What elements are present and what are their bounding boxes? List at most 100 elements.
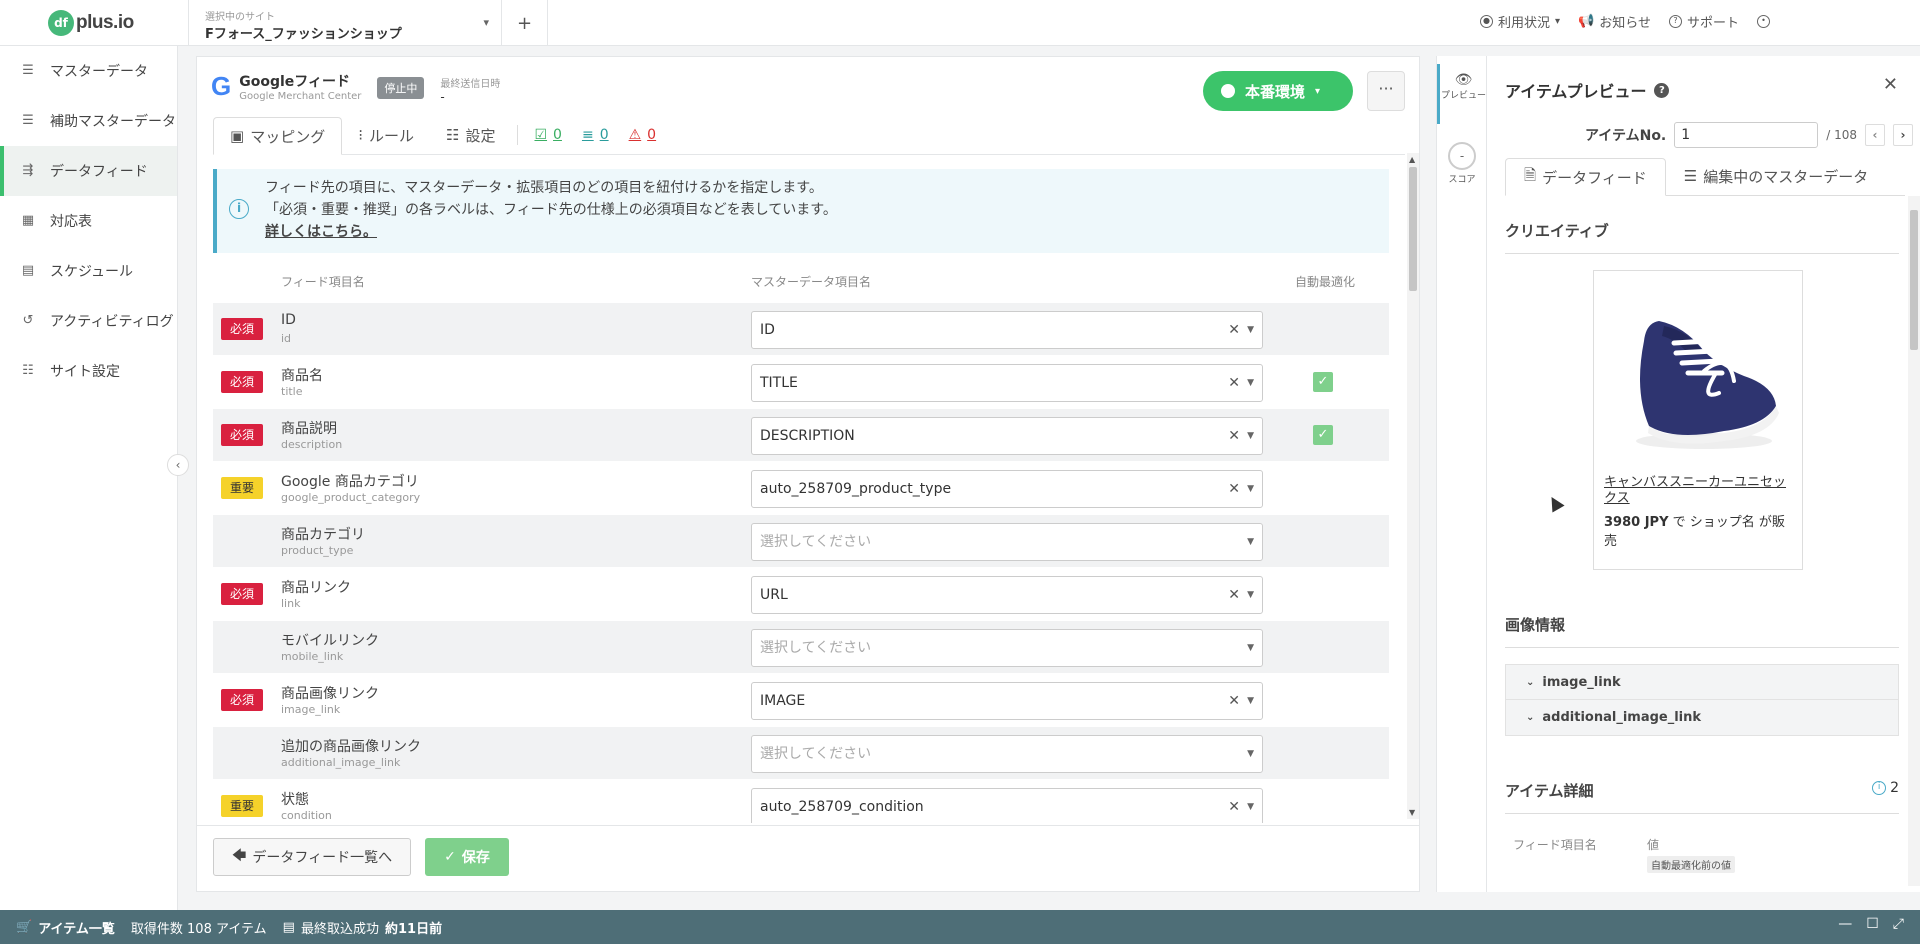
history-icon: ↺: [22, 313, 34, 328]
sidebar-item-sub-master-data[interactable]: ☰ 補助マスターデータ: [0, 96, 177, 146]
master-item-select[interactable]: ID ✕ ▼: [751, 311, 1263, 349]
sidebar-item-activity-log[interactable]: ↺ アクティビティログ: [0, 296, 177, 346]
auto-optimize-checkbox[interactable]: ✓: [1313, 425, 1333, 445]
detail-col-pre-opt: 自動最適化前の値: [1647, 856, 1735, 873]
rail-preview[interactable]: 👁 プレビュー: [1437, 64, 1487, 124]
feed-item-name: 商品画像リンク: [281, 686, 379, 702]
col-master-item: マスターデータ項目名: [751, 275, 872, 289]
sidebar-item-mapping-table[interactable]: ▦ 対応表: [0, 196, 177, 246]
select-value: 選択してください: [760, 534, 872, 550]
master-item-select[interactable]: IMAGE ✕ ▼: [751, 682, 1263, 720]
product-image: [1604, 281, 1794, 471]
product-name-link[interactable]: キャンバススニーカーユニセックス: [1604, 475, 1792, 507]
info-message: i フィード先の項目に、マスターデータ・拡張項目のどの項目を紐付けるかを指定しま…: [213, 169, 1389, 253]
select-value: 選択してください: [760, 746, 872, 762]
usage-menu[interactable]: ● 利用状況 ▾: [1480, 12, 1560, 31]
site-selector[interactable]: 選択中のサイト Fフォース_ファッションショップ ▾: [188, 0, 502, 46]
master-item-select[interactable]: 選択してください ▼: [751, 735, 1263, 773]
image-info-section-title: 画像情報: [1505, 600, 1899, 648]
item-list-button[interactable]: 🛒 アイテム一覧: [16, 918, 115, 937]
scrollbar-thumb[interactable]: [1409, 167, 1417, 291]
maximize-icon[interactable]: ☐: [1866, 916, 1879, 932]
help-icon[interactable]: ?: [1654, 82, 1670, 98]
top-bar: df plus.io 選択中のサイト Fフォース_ファッションショップ ▾ + …: [0, 0, 1920, 46]
more-button[interactable]: ···: [1367, 71, 1405, 111]
sidebar-item-data-feed[interactable]: ⇶ データフィード: [0, 146, 177, 196]
tab-rule[interactable]: ⁝ ルール: [342, 116, 430, 154]
feed-item-key: product_type: [281, 544, 354, 557]
clear-icon[interactable]: ✕: [1228, 577, 1240, 613]
preview-scrollbar-thumb[interactable]: [1910, 210, 1918, 350]
item-details-title: アイテム詳細: [1505, 782, 1594, 800]
auto-optimize-checkbox[interactable]: ✓: [1313, 372, 1333, 392]
scroll-down-icon[interactable]: ▼: [1409, 808, 1415, 817]
calendar-icon: ▤: [21, 263, 35, 278]
clear-icon[interactable]: ✕: [1228, 471, 1240, 507]
toggle-dot-icon: [1221, 84, 1235, 98]
master-item-select[interactable]: 選択してください ▼: [751, 523, 1263, 561]
save-button[interactable]: ✓ 保存: [425, 838, 509, 876]
document-icon: 🗎: [1524, 165, 1537, 184]
clear-icon[interactable]: ✕: [1228, 418, 1240, 454]
clear-icon[interactable]: ✕: [1228, 365, 1240, 401]
next-item-button[interactable]: ›: [1893, 124, 1914, 146]
sliders-icon: ☷: [446, 126, 460, 144]
required-badge: 必須: [221, 583, 263, 605]
sidebar-item-schedule[interactable]: ▤ スケジュール: [0, 246, 177, 296]
add-site-button[interactable]: +: [502, 0, 548, 46]
select-value: DESCRIPTION: [760, 428, 855, 444]
feed-subtitle: Google Merchant Center: [239, 91, 362, 102]
master-item-select[interactable]: URL ✕ ▼: [751, 576, 1263, 614]
last-sent-label: 最終送信日時: [440, 79, 501, 90]
prev-item-button[interactable]: ‹: [1865, 124, 1886, 146]
item-list-label: アイテム一覧: [38, 921, 115, 937]
sidebar-item-site-settings[interactable]: ☷ サイト設定: [0, 346, 177, 396]
tab-master-data[interactable]: ☰ 編集中のマスターデータ: [1666, 157, 1886, 195]
logo-mark: df: [48, 10, 74, 36]
tab-warning-count[interactable]: ⚠ 0: [619, 116, 666, 154]
account-button[interactable]: •: [1757, 15, 1770, 28]
logo-text: plus.io: [76, 12, 134, 33]
master-item-select[interactable]: auto_258709_condition ✕ ▼: [751, 788, 1263, 823]
tab-data-feed[interactable]: 🗎 データフィード: [1505, 158, 1666, 196]
accordion-additional-image-link[interactable]: ⌄ additional_image_link: [1505, 700, 1899, 736]
preview-scrollbar[interactable]: [1908, 196, 1920, 886]
calendar-icon: ▤: [282, 919, 295, 935]
info-details-link[interactable]: 詳しくはこちら。: [265, 221, 1389, 243]
tab-check-count[interactable]: ☑ 0: [524, 116, 571, 154]
minimize-icon[interactable]: —: [1838, 916, 1852, 932]
site-name: Fフォース_ファッションショップ: [205, 27, 402, 42]
tab-mapping[interactable]: ▣ マッピング: [213, 117, 343, 155]
rail-score[interactable]: - スコア: [1437, 142, 1487, 185]
sidebar-item-label: 対応表: [50, 214, 92, 230]
support-link[interactable]: ? サポート: [1668, 12, 1739, 31]
feed-item-key: additional_image_link: [281, 756, 401, 769]
sidebar-item-label: サイト設定: [50, 364, 120, 380]
master-item-select[interactable]: DESCRIPTION ✕ ▼: [751, 417, 1263, 455]
master-item-select[interactable]: auto_258709_product_type ✕ ▼: [751, 470, 1263, 508]
clear-icon[interactable]: ✕: [1228, 312, 1240, 348]
master-item-select[interactable]: 選択してください ▼: [751, 629, 1263, 667]
scrollbar[interactable]: ▲ ▼: [1407, 153, 1419, 819]
tab-excluded-count[interactable]: ≡ 0: [572, 116, 619, 154]
sidebar-item-master-data[interactable]: ☰ マスターデータ: [0, 46, 177, 96]
collapse-sidebar-button[interactable]: ‹: [167, 454, 189, 476]
close-icon[interactable]: ✕: [1883, 74, 1898, 95]
master-item-select[interactable]: TITLE ✕ ▼: [751, 364, 1263, 402]
item-details-count[interactable]: i 2: [1872, 780, 1899, 796]
preview-tabs: 🗎 データフィード ☰ 編集中のマスターデータ: [1505, 158, 1905, 196]
tab-settings[interactable]: ☷ 設定: [430, 116, 511, 154]
accordion-image-link[interactable]: ⌄ image_link: [1505, 664, 1899, 700]
clear-icon[interactable]: ✕: [1228, 789, 1240, 823]
clear-icon[interactable]: ✕: [1228, 683, 1240, 719]
back-to-list-button[interactable]: 🡄 データフィード一覧へ: [213, 838, 411, 876]
logo[interactable]: df plus.io: [48, 8, 138, 38]
notice-link[interactable]: 📢 お知らせ: [1578, 12, 1651, 31]
chevron-down-icon: ▼: [1247, 537, 1254, 547]
expand-icon[interactable]: ⤢: [1893, 916, 1904, 932]
mapping-row: 商品カテゴリ product_type 選択してください ▼: [213, 515, 1389, 568]
usage-label: 利用状況: [1498, 16, 1551, 31]
scroll-up-icon[interactable]: ▲: [1409, 155, 1415, 164]
environment-button[interactable]: 本番環境 ▾: [1203, 71, 1353, 111]
item-number-input[interactable]: 1: [1674, 122, 1819, 148]
